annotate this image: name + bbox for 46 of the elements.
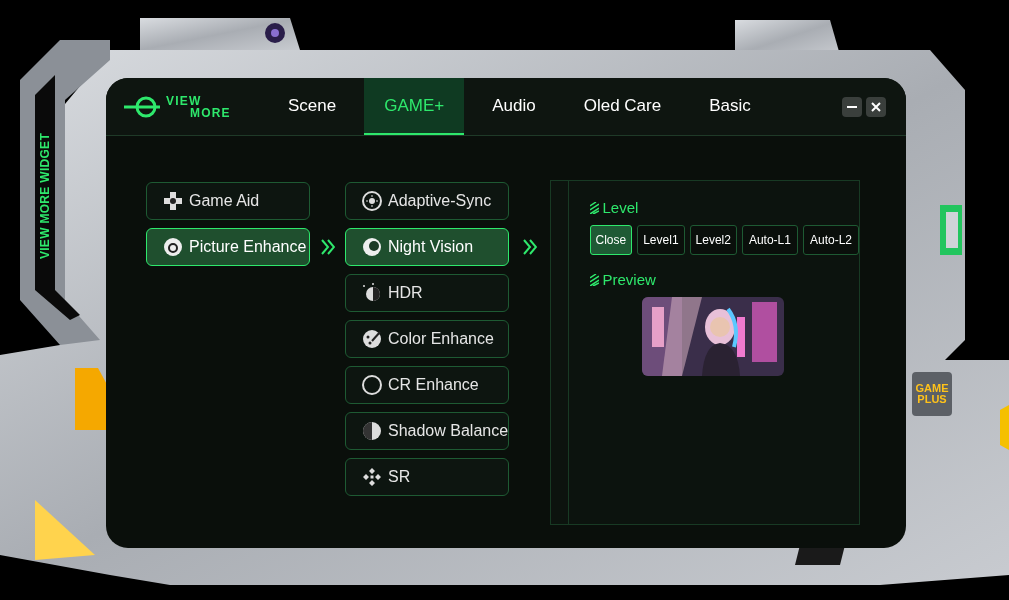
tab[interactable]: Oled Care	[563, 78, 682, 135]
level-option[interactable]: Auto-L2	[802, 224, 859, 255]
level-option[interactable]: Level1	[637, 224, 685, 255]
logo-text: MORE	[189, 106, 231, 119]
tab[interactable]: Basic	[689, 78, 771, 135]
logo-text: VIEW	[166, 94, 203, 107]
menu-item[interactable]: Picture Enhance	[146, 228, 310, 266]
side-knob-drawing	[940, 205, 962, 255]
menu-item[interactable]: Shadow Balance	[345, 412, 509, 450]
stripes-icon	[589, 202, 599, 215]
chevron-icon	[320, 239, 335, 255]
section-title: Preview	[602, 269, 656, 290]
badge-text: GAME	[915, 383, 949, 394]
logo-icon	[122, 94, 162, 119]
menu-item[interactable]: SR	[345, 458, 509, 496]
menu-item[interactable]: CR Enhance	[345, 366, 509, 404]
badge-text: PLUS	[917, 394, 947, 405]
tab[interactable]: GAME+	[364, 78, 465, 135]
menu-item[interactable]: Night Vision	[345, 228, 509, 266]
minimize-button[interactable]	[842, 96, 862, 117]
section-title: Level	[602, 198, 639, 218]
menu-item[interactable]: Color Enhance	[345, 320, 509, 358]
moon-icon	[362, 237, 382, 257]
level-option[interactable]: Level2	[689, 224, 737, 255]
menu-item[interactable]: Game Aid	[146, 182, 310, 220]
tab[interactable]: Audio	[472, 78, 556, 135]
side-label: VIEW MORE WIDGET	[37, 131, 53, 262]
half-circle-icon	[362, 283, 382, 303]
side-lamp	[1000, 405, 1009, 450]
close-button[interactable]	[866, 96, 886, 117]
menu-item[interactable]: Adaptive-Sync	[345, 182, 509, 220]
close-icon	[871, 101, 881, 112]
stripes-icon	[589, 273, 599, 286]
menu-item[interactable]: HDR	[345, 274, 509, 312]
half-circle-icon	[362, 421, 382, 441]
level-option[interactable]: Close	[589, 224, 633, 255]
camera-icon	[265, 23, 285, 43]
minimize-icon	[847, 105, 857, 108]
tab[interactable]: Scene	[268, 78, 357, 135]
corner-lamp	[35, 500, 95, 560]
level-option[interactable]: Auto-L1	[741, 224, 798, 255]
dots-diamond-icon	[362, 467, 382, 487]
dpad-icon	[163, 191, 183, 211]
palette-brush-icon	[362, 329, 382, 349]
sun-icon	[362, 191, 382, 211]
chevron-icon	[522, 239, 537, 255]
